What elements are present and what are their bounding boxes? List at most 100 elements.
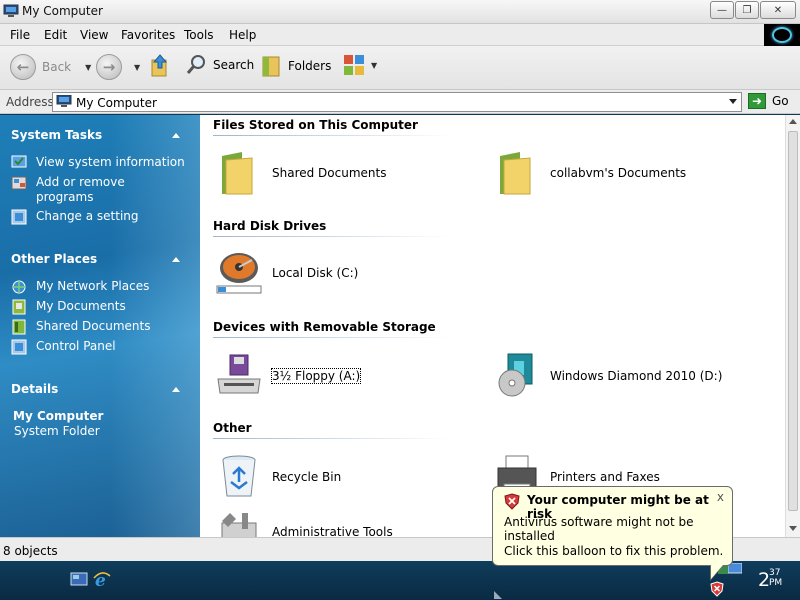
section-removable-storage: Devices with Removable Storage — [213, 320, 436, 334]
system-tasks-heading[interactable]: System Tasks — [11, 128, 102, 142]
clock-minute[interactable]: 37 PM — [769, 568, 782, 588]
taskbar-arrow-icon — [494, 591, 502, 599]
menu-view[interactable]: View — [80, 28, 108, 42]
vertical-scrollbar[interactable] — [785, 115, 800, 537]
scroll-down-icon[interactable] — [789, 526, 797, 531]
item-label: Printers and Faxes — [550, 470, 660, 484]
link-label: Change a setting — [36, 209, 139, 223]
folder-icon — [500, 152, 531, 195]
go-button[interactable]: ➜ Go — [748, 93, 789, 109]
balloon-message: Antivirus software might not be installe… — [504, 515, 694, 543]
address-input[interactable]: My Computer — [52, 92, 742, 112]
close-icon: ✕ — [773, 4, 783, 16]
item-label: Windows Diamond 2010 (D:) — [550, 369, 723, 383]
network-places-icon — [12, 280, 26, 294]
security-shield-tray-icon[interactable] — [710, 581, 724, 597]
computer-icon — [56, 95, 72, 107]
forward-button[interactable]: → ▼ — [96, 54, 140, 80]
menu-bar: File Edit View Favorites Tools Help — [0, 24, 800, 46]
link-label: View system information — [36, 155, 185, 169]
folders-icon — [262, 56, 280, 77]
maximize-button[interactable]: ❐ — [735, 1, 759, 19]
shared-documents-item[interactable]: Shared Documents — [216, 150, 386, 196]
windows-diamond-d-item[interactable]: Windows Diamond 2010 (D:) — [494, 353, 722, 399]
my-documents-link[interactable]: My Documents — [11, 299, 126, 315]
local-disk-c-item[interactable]: Local Disk (C:) — [216, 250, 358, 296]
search-label: Search — [213, 58, 255, 72]
section-divider — [213, 135, 451, 136]
back-label: Back — [42, 60, 72, 74]
menu-file[interactable]: File — [10, 28, 30, 42]
recycle-bin-item[interactable]: Recycle Bin — [216, 454, 341, 500]
collapse-details-icon[interactable] — [172, 387, 180, 392]
toolbar: ← Back ▼ → ▼ Search Folders ▼ — [0, 46, 800, 90]
section-divider — [213, 438, 451, 439]
maximize-icon: ❐ — [742, 4, 752, 16]
back-arrow-icon: ← — [10, 54, 36, 80]
windows-logo — [764, 24, 800, 46]
details-type: System Folder — [14, 424, 100, 438]
details-name: My Computer — [13, 409, 104, 423]
back-button[interactable]: ← Back ▼ — [10, 54, 91, 80]
clock-minute-value: 37 — [769, 568, 781, 578]
recycle-bin-icon — [222, 455, 256, 497]
balloon-close-button[interactable]: x — [717, 490, 724, 504]
window-title: My Computer — [22, 4, 103, 18]
forward-dropdown-icon[interactable]: ▼ — [134, 63, 140, 72]
forward-arrow-icon: → — [96, 54, 122, 80]
back-dropdown-icon[interactable]: ▼ — [85, 63, 91, 72]
my-computer-icon — [3, 4, 19, 17]
view-system-information-link[interactable]: View system information — [11, 155, 185, 171]
link-label: Add or remove programs — [36, 175, 125, 204]
hard-disk-icon — [216, 250, 262, 296]
menu-favorites[interactable]: Favorites — [121, 28, 175, 42]
show-desktop-icon[interactable] — [70, 571, 88, 587]
section-hard-disk-drives: Hard Disk Drives — [213, 219, 327, 233]
title-bar[interactable]: My Computer — ❐ ✕ — [0, 0, 800, 24]
control-panel-icon — [11, 339, 27, 355]
status-text: 8 objects — [3, 544, 58, 558]
add-remove-programs-icon — [11, 176, 27, 190]
menu-edit[interactable]: Edit — [44, 28, 67, 42]
change-setting-link[interactable]: Change a setting — [11, 209, 139, 225]
security-balloon[interactable]: Your computer might be at risk x Antivir… — [492, 486, 733, 566]
collapse-other-places-icon[interactable] — [172, 257, 180, 262]
go-label: Go — [772, 94, 789, 108]
minimize-button[interactable]: — — [710, 1, 734, 19]
folders-button[interactable]: Folders — [261, 54, 331, 78]
menu-help[interactable]: Help — [229, 28, 256, 42]
address-bar: Address My Computer ➜ Go — [0, 90, 800, 114]
scroll-thumb[interactable] — [788, 131, 798, 511]
address-dropdown-icon[interactable] — [729, 99, 737, 104]
item-label: Shared Documents — [272, 166, 387, 180]
shared-documents-link[interactable]: Shared Documents — [11, 319, 150, 335]
scroll-up-icon[interactable] — [789, 119, 797, 124]
add-remove-programs-link[interactable]: Add or remove programs — [11, 175, 136, 205]
collapse-system-tasks-icon[interactable] — [172, 133, 180, 138]
collabvm-documents-item[interactable]: collabvm's Documents — [494, 150, 686, 196]
other-places-heading[interactable]: Other Places — [11, 252, 97, 266]
internet-explorer-icon[interactable]: e — [93, 571, 111, 587]
views-button[interactable]: ▼ — [343, 54, 377, 76]
item-label: 3½ Floppy (A:) — [270, 368, 362, 384]
link-label: Shared Documents — [36, 319, 151, 333]
minimize-icon: — — [717, 4, 727, 16]
close-button[interactable]: ✕ — [760, 1, 796, 19]
cd-drive-icon — [498, 353, 533, 397]
system-info-icon — [11, 155, 27, 168]
search-button[interactable]: Search — [186, 54, 254, 76]
section-other: Other — [213, 421, 252, 435]
clock-ampm: PM — [769, 578, 783, 588]
balloon-tail-fill — [711, 565, 723, 579]
floppy-drive-icon — [217, 354, 261, 394]
menu-tools[interactable]: Tools — [184, 28, 214, 42]
section-files-stored: Files Stored on This Computer — [213, 118, 418, 132]
up-folder-button[interactable] — [150, 54, 172, 78]
my-network-places-link[interactable]: My Network Places — [11, 279, 149, 295]
administrative-tools-icon — [221, 513, 257, 537]
address-value: My Computer — [76, 96, 157, 110]
floppy-a-item[interactable]: 3½ Floppy (A:) — [216, 353, 362, 399]
details-heading[interactable]: Details — [11, 382, 58, 396]
administrative-tools-item[interactable]: Administrative Tools — [216, 509, 393, 537]
control-panel-link[interactable]: Control Panel — [11, 339, 116, 355]
